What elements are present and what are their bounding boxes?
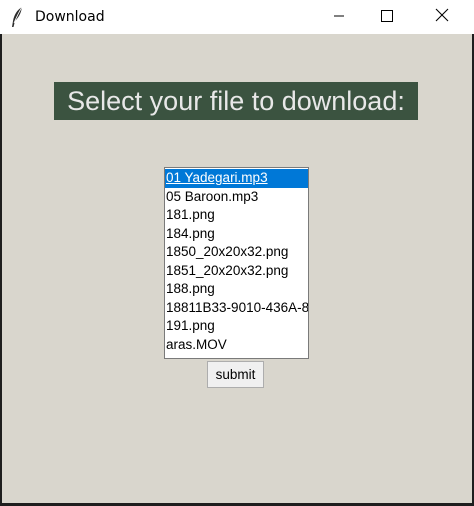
close-button[interactable]	[419, 0, 465, 33]
list-item[interactable]: 184.png	[165, 225, 308, 244]
maximize-icon	[381, 7, 393, 26]
minimize-icon	[333, 7, 345, 26]
list-item[interactable]: 1851_20x20x32.png	[165, 262, 308, 281]
maximize-button[interactable]	[364, 0, 410, 33]
list-item[interactable]: 181.png	[165, 206, 308, 225]
page-title: Select your file to download:	[54, 82, 418, 120]
list-item[interactable]: 18811B33-9010-436A-8	[165, 299, 308, 318]
list-item[interactable]: 191.png	[165, 317, 308, 336]
list-item[interactable]: 188.png	[165, 280, 308, 299]
feather-icon	[10, 6, 26, 28]
minimize-button[interactable]	[316, 0, 362, 33]
list-item[interactable]: aras.MOV	[165, 336, 308, 355]
title-bar[interactable]: Download	[0, 0, 474, 34]
list-item[interactable]: 01 Yadegari.mp3	[165, 169, 308, 188]
submit-button[interactable]: submit	[207, 361, 264, 388]
window-border-left	[0, 34, 2, 506]
list-item[interactable]: 1850_20x20x32.png	[165, 243, 308, 262]
list-item[interactable]: 05 Baroon.mp3	[165, 188, 308, 207]
close-icon	[435, 7, 449, 26]
download-window: Download Select your file to download: 0…	[0, 0, 474, 506]
file-listbox[interactable]: 01 Yadegari.mp3 05 Baroon.mp3 181.png 184.p…	[164, 167, 309, 359]
window-title: Download	[35, 9, 105, 25]
